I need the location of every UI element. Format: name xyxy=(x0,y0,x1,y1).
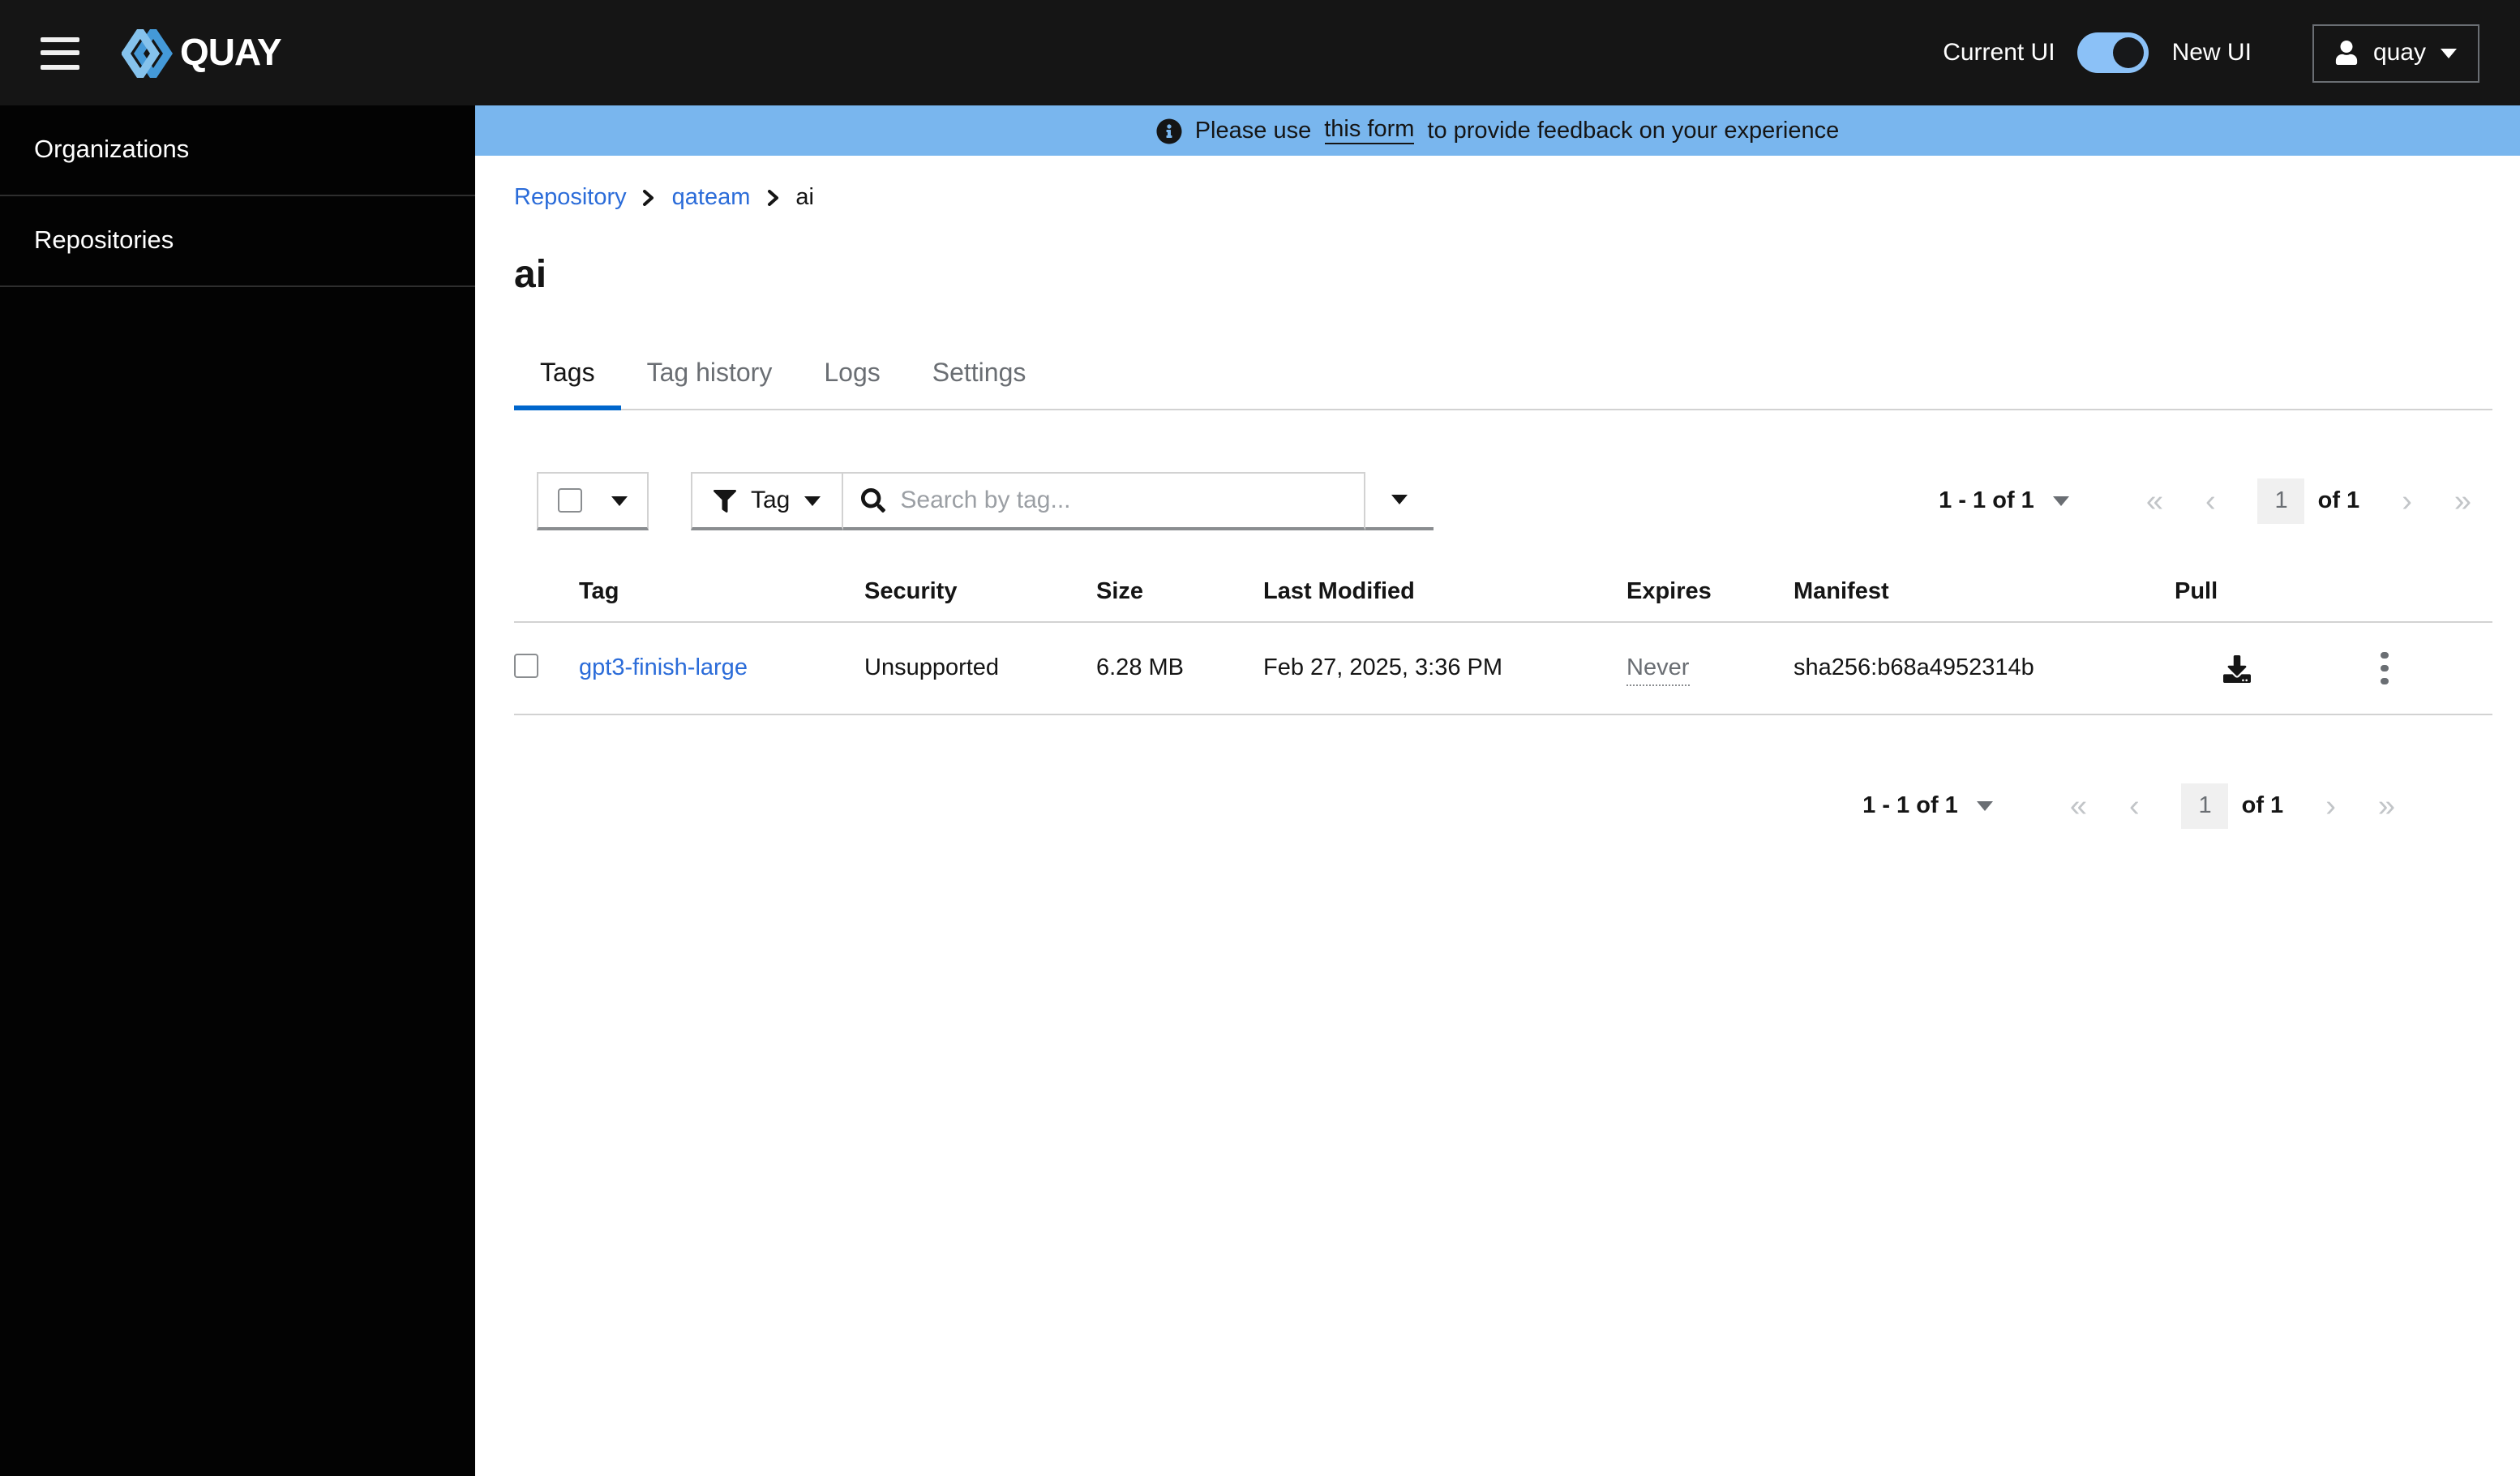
caret-down-icon xyxy=(1977,801,1994,811)
sidebar-item-label: Repositories xyxy=(34,226,174,254)
new-ui-label: New UI xyxy=(2171,39,2252,67)
caret-down-icon xyxy=(611,496,628,505)
sidebar-item-repositories[interactable]: Repositories xyxy=(0,196,475,287)
ui-toggle-switch[interactable] xyxy=(2077,32,2149,73)
user-icon xyxy=(2336,41,2359,65)
column-header-actions xyxy=(2371,566,2492,623)
tags-table: Tag Security Size Last Modified Expires … xyxy=(514,566,2492,715)
tab-tag-history[interactable]: Tag history xyxy=(621,349,799,409)
banner-text-prefix: Please use xyxy=(1194,118,1312,144)
page-number-input[interactable] xyxy=(2257,478,2305,524)
pagination-prev-icon[interactable]: ‹ xyxy=(2129,791,2140,822)
per-page-dropdown[interactable]: 1 - 1 of 1 xyxy=(1862,793,1994,819)
search-icon xyxy=(861,488,886,513)
caret-down-icon xyxy=(804,496,821,505)
menu-icon[interactable] xyxy=(41,36,79,69)
pagination-bottom-row: 1 - 1 of 1 « ‹ of 1 › » xyxy=(514,783,2492,829)
per-page-dropdown[interactable]: 1 - 1 of 1 xyxy=(1939,488,2070,514)
page-content: Repository qateam ai ai Tags Tag history xyxy=(475,156,2520,829)
kebab-icon[interactable] xyxy=(2371,646,2398,692)
username: quay xyxy=(2372,39,2426,67)
pagination-bottom: 1 - 1 of 1 « ‹ of 1 › » xyxy=(1862,783,2416,829)
masthead-actions: Current UI New UI quay xyxy=(1943,24,2479,82)
search-expand-dropdown[interactable] xyxy=(1365,472,1434,530)
caret-down-icon xyxy=(2441,48,2457,58)
expires-cell: Never xyxy=(1626,655,1690,686)
sidebar-item-label: Organizations xyxy=(34,135,190,163)
caret-down-icon xyxy=(2053,496,2070,506)
feedback-form-link[interactable]: this form xyxy=(1324,117,1415,144)
page-number-input[interactable] xyxy=(2181,783,2229,829)
pagination-first-icon[interactable]: « xyxy=(2070,791,2087,822)
banner-text-suffix: to provide feedback on your experience xyxy=(1427,118,1840,144)
sidebar-item-organizations[interactable]: Organizations xyxy=(0,105,475,196)
pagination-top: 1 - 1 of 1 « ‹ of 1 › » xyxy=(1939,478,2492,524)
masthead: QUAY Current UI New UI quay xyxy=(0,0,2520,105)
pull-button[interactable] xyxy=(2175,654,2251,682)
brand-logo-icon xyxy=(122,28,174,77)
tags-toolbar: Tag Search by tag... 1 - 1 of 1 « ‹ 1 of… xyxy=(514,472,2492,530)
pagination-controls: « ‹ of 1 › » xyxy=(2049,783,2416,829)
column-header-manifest: Manifest xyxy=(1794,566,2175,623)
pagination-summary: 1 - 1 of 1 xyxy=(1939,488,2034,514)
brand-logo[interactable]: QUAY xyxy=(122,28,282,77)
user-menu-dropdown[interactable]: quay xyxy=(2312,24,2479,82)
bulk-select-checkbox[interactable] xyxy=(558,488,582,513)
manifest-cell: sha256:b68a4952314b xyxy=(1794,622,2175,715)
switch-knob-icon xyxy=(2113,37,2145,68)
bulk-select-dropdown[interactable] xyxy=(537,472,649,530)
pagination-summary: 1 - 1 of 1 xyxy=(1862,793,1958,819)
tab-settings[interactable]: Settings xyxy=(906,349,1052,409)
breadcrumb-qateam-link[interactable]: qateam xyxy=(672,185,751,211)
sidebar-nav: Organizations Repositories xyxy=(0,105,475,1476)
info-icon xyxy=(1156,118,1182,144)
tab-tags[interactable]: Tags xyxy=(514,349,621,410)
column-header-select xyxy=(514,566,579,623)
table-row: gpt3-finish-large Unsupported 6.28 MB Fe… xyxy=(514,622,2492,715)
tab-logs[interactable]: Logs xyxy=(798,349,906,409)
column-header-pull: Pull xyxy=(2175,566,2371,623)
row-select-checkbox[interactable] xyxy=(514,653,538,677)
breadcrumb-repository-link[interactable]: Repository xyxy=(514,185,627,211)
column-header-last-modified: Last Modified xyxy=(1263,566,1626,623)
filter-icon xyxy=(714,489,736,512)
pagination-last-icon[interactable]: » xyxy=(2454,486,2471,517)
filter-search-group: Tag xyxy=(691,472,1434,530)
download-icon xyxy=(2223,654,2251,682)
filter-label: Tag xyxy=(751,487,791,514)
column-header-tag: Tag xyxy=(579,566,864,623)
column-header-security: Security xyxy=(864,566,1096,623)
filter-dropdown[interactable]: Tag xyxy=(691,472,844,530)
page-title: ai xyxy=(514,253,547,297)
app-window: QUAY Current UI New UI quay Organization… xyxy=(0,0,2520,1476)
table-header-row: Tag Security Size Last Modified Expires … xyxy=(514,566,2492,623)
breadcrumb: Repository qateam ai xyxy=(514,185,2492,211)
main-panel: Please use this form to provide feedback… xyxy=(475,105,2520,1476)
pagination-next-icon[interactable]: › xyxy=(2325,791,2336,822)
last-modified-cell: Feb 27, 2025, 3:36 PM xyxy=(1263,622,1626,715)
pagination-of-label: of 1 xyxy=(2317,488,2360,514)
pagination-controls: « ‹ of 1 › » xyxy=(2125,478,2492,524)
column-header-expires: Expires xyxy=(1626,566,1794,623)
pagination-prev-icon[interactable]: ‹ xyxy=(2205,486,2216,517)
security-cell: Unsupported xyxy=(864,622,1096,715)
pagination-last-icon[interactable]: » xyxy=(2378,791,2395,822)
tab-bar: Tags Tag history Logs Settings xyxy=(514,349,2492,410)
pagination-of-label: of 1 xyxy=(2241,793,2284,819)
brand-name: QUAY xyxy=(180,31,282,73)
search-input[interactable] xyxy=(900,487,1347,514)
feedback-banner: Please use this form to provide feedback… xyxy=(475,105,2520,156)
size-cell: 6.28 MB xyxy=(1096,622,1263,715)
column-header-size: Size xyxy=(1096,566,1263,623)
pagination-next-icon[interactable]: › xyxy=(2402,486,2412,517)
current-ui-label: Current UI xyxy=(1943,39,2055,67)
breadcrumb-current: ai xyxy=(795,185,814,211)
tag-name-link[interactable]: gpt3-finish-large xyxy=(579,655,748,681)
caret-down-icon xyxy=(1391,495,1408,504)
pagination-first-icon[interactable]: « xyxy=(2146,486,2163,517)
breadcrumb-chevron-icon xyxy=(766,190,779,206)
breadcrumb-chevron-icon xyxy=(643,190,656,206)
search-box xyxy=(843,472,1366,530)
